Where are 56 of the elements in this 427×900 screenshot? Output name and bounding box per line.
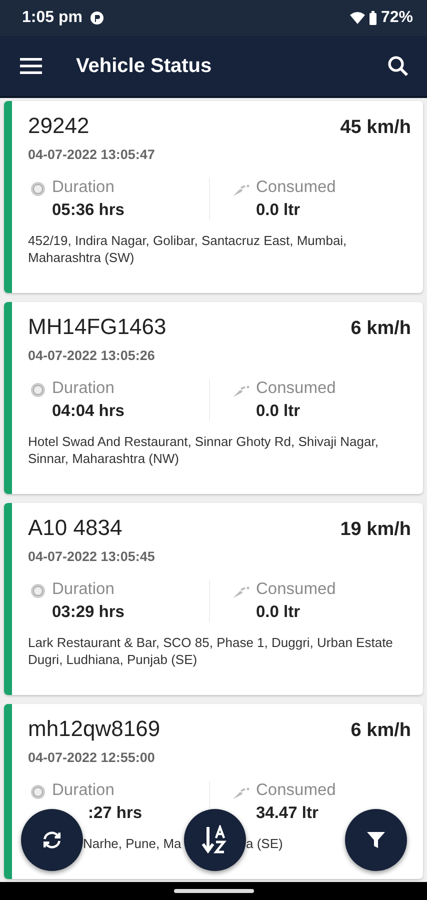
duration-value: 05:36 hrs [52, 201, 124, 220]
vehicle-plate: mh12qw8169 [28, 716, 160, 742]
address-text: Narhe, Pune, Ma [83, 835, 182, 852]
timestamp: 04-07-2022 13:05:47 [28, 147, 156, 162]
consumed-value: 0.0 ltr [256, 603, 302, 622]
timestamp: 04-07-2022 13:05:26 [28, 348, 156, 363]
clock-icon [30, 181, 46, 197]
battery-icon [368, 11, 377, 25]
wifi-icon [350, 12, 365, 24]
vehicle-card[interactable]: A10 4834 19 km/h 04-07-2022 13:05:45 Duration 03:29 hrs Consumed 0.0 ltr Lark Restaurant & Bar, SCO 85, Phase 1, Duggri, Urban Estate Dugri, Ludhiana, Punjab (SE) [4, 503, 423, 695]
vehicle-speed: 6 km/h [350, 318, 411, 340]
vehicle-speed: 6 km/h [350, 720, 411, 742]
address-text: Hotel Swad And Restaurant, Sinnar Ghoty Rd, Shivaji Nagar, Sinnar, Maharashtra (NW) [28, 433, 380, 467]
address-text: Lark Restaurant & Bar, SCO 85, Phase 1, Duggri, Urban Estate Dugri, Ludhiana, Punjab (SE) [28, 634, 394, 668]
consumed-label: Consumed [256, 178, 336, 197]
vehicle-plate: 29242 [28, 113, 90, 139]
fuel-nozzle-icon [232, 183, 250, 197]
consumed-label: Consumed [256, 580, 336, 599]
screen-title: Vehicle Status [76, 54, 213, 78]
clock-icon [30, 583, 46, 599]
vehicle-speed: 45 km/h [340, 117, 411, 139]
duration-label: Duration [52, 781, 116, 800]
status-time: 1:05 pm [22, 9, 82, 27]
duration-value: 04:04 hrs [52, 402, 124, 421]
filter-icon [366, 830, 386, 850]
duration-label: Duration [52, 178, 116, 197]
vehicle-card[interactable]: MH14FG1463 6 km/h 04-07-2022 13:05:26 Duration 04:04 hrs Consumed 0.0 ltr Hotel Swad And Restaurant, Sinnar Ghoty Rd, Shivaji Nagar, Sinnar, Maharashtra (NW) [4, 302, 423, 494]
clock-icon [30, 784, 46, 800]
timestamp: 04-07-2022 12:55:00 [28, 750, 156, 765]
battery-percent: 72% [380, 9, 413, 27]
address-text: 452/19, Indira Nagar, Golibar, Santacruz East, Mumbai, Maharashtra (SW) [28, 232, 348, 266]
vehicle-speed: 19 km/h [340, 519, 411, 541]
menu-icon[interactable] [20, 57, 42, 75]
fuel-nozzle-icon [232, 585, 250, 599]
consumed-label: Consumed [256, 781, 336, 800]
consumed-value: 0.0 ltr [256, 201, 302, 220]
vehicle-card[interactable]: 29242 45 km/h 04-07-2022 13:05:47 Duration 05:36 hrs Consumed 0.0 ltr 452/19, Indira Nagar, Golibar, Santacruz East, Mumbai, Maharashtra (SW) [4, 101, 423, 293]
duration-value: :27 hrs [87, 804, 142, 823]
sort-icon [201, 825, 229, 855]
duration-value: 03:29 hrs [52, 603, 124, 622]
vehicle-plate: MH14FG1463 [28, 314, 166, 340]
duration-label: Duration [52, 379, 116, 398]
consumed-label: Consumed [256, 379, 336, 398]
duration-label: Duration [52, 580, 116, 599]
consumed-value: 0.0 ltr [256, 402, 302, 421]
address-text: a (SE) [246, 835, 283, 852]
timestamp: 04-07-2022 13:05:45 [28, 549, 156, 564]
vehicle-plate: A10 4834 [28, 515, 122, 541]
consumed-value: 34.47 ltr [256, 804, 320, 823]
refresh-icon [41, 829, 63, 851]
home-handle[interactable] [174, 889, 254, 893]
search-icon[interactable] [387, 55, 409, 77]
notification-icon [90, 11, 104, 25]
clock-icon [30, 382, 46, 398]
fuel-nozzle-icon [232, 384, 250, 398]
fuel-nozzle-icon [232, 786, 250, 800]
